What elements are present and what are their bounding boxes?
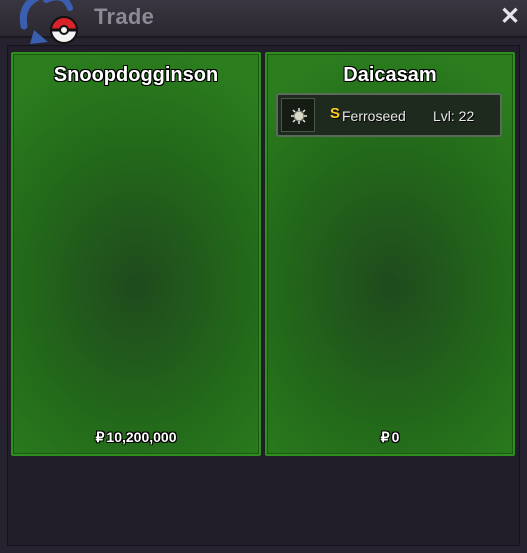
left-money-value: 10,200,000 xyxy=(106,429,177,445)
left-money: ₽10,200,000 xyxy=(13,429,259,446)
window-title: Trade xyxy=(94,4,155,29)
shiny-badge: S xyxy=(330,105,341,122)
pokedollar-icon: ₽ xyxy=(95,429,105,445)
title-bar[interactable]: Trade ✕ xyxy=(0,0,527,44)
ferroseed-icon xyxy=(291,108,307,124)
close-button[interactable]: ✕ xyxy=(499,4,521,30)
left-player-name: Snoopdogginson xyxy=(53,64,219,86)
trade-item-row[interactable]: S Ferroseed Lvl: 22 xyxy=(276,93,502,137)
trade-window: Trade ✕ Snoopdogginson ₽10,200,000 Daica… xyxy=(0,0,527,553)
right-money: ₽0 xyxy=(267,429,513,446)
pokeball-logo-icon xyxy=(19,0,79,44)
right-player-name: Daicasam xyxy=(343,64,437,86)
right-trade-panel: Daicasam S Ferroseed Lvl: 22 ₽ 0 xyxy=(265,52,515,456)
pokedollar-icon: ₽ xyxy=(380,429,390,445)
right-money-value: 0 xyxy=(391,429,400,445)
item-slot xyxy=(281,98,315,132)
pokemon-name: Ferroseed xyxy=(342,108,406,124)
left-trade-panel: Snoopdogginson ₽10,200,000 xyxy=(11,52,261,456)
pokemon-level: Lvl: 22 xyxy=(433,108,475,124)
